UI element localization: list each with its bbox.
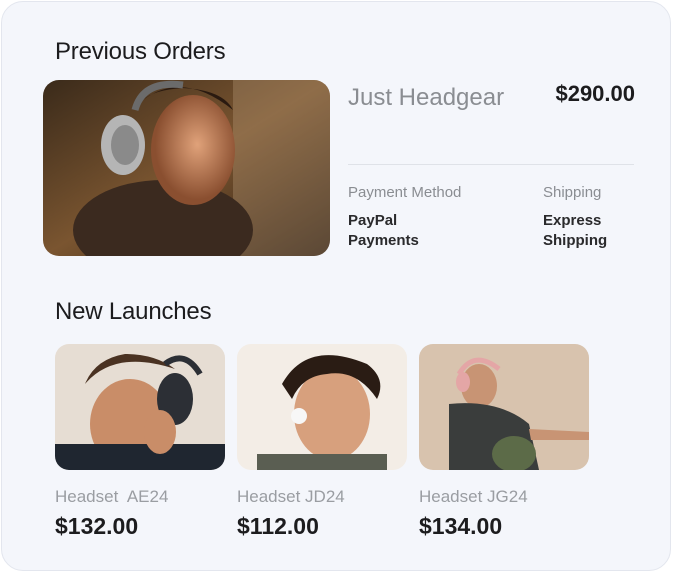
orders-card: Previous Orders Just Headgear $290.00 Pa…	[1, 1, 671, 571]
product-card[interactable]: Headset JG24 $134.00	[419, 344, 589, 540]
product-image[interactable]	[55, 344, 225, 470]
product-price: $132.00	[55, 513, 139, 539]
product-name[interactable]: Headset JG24	[419, 487, 589, 507]
payment-method-label: Payment Method	[348, 184, 462, 201]
product-card[interactable]: Headset JD24 $112.00	[237, 344, 407, 540]
product-image[interactable]	[237, 344, 407, 470]
product-name[interactable]: Headset JD24	[237, 487, 407, 507]
order-price: $290.00	[555, 81, 635, 106]
previous-orders-heading: Previous Orders	[55, 38, 226, 65]
shipping-value: Express Shipping	[543, 212, 608, 249]
product-price: $134.00	[419, 513, 503, 539]
order-divider	[348, 164, 634, 165]
shipping-label: Shipping	[543, 184, 602, 201]
product-name[interactable]: Headset AE24	[55, 487, 225, 507]
product-price: $112.00	[237, 513, 319, 539]
payment-method-value: PayPal Payments	[348, 212, 419, 249]
order-product-name[interactable]: Just Headgear	[348, 82, 518, 113]
product-card[interactable]: Headset AE24 $132.00	[55, 344, 225, 540]
product-image[interactable]	[419, 344, 589, 470]
order-product-image[interactable]	[43, 80, 330, 256]
new-launches-heading: New Launches	[55, 298, 212, 325]
